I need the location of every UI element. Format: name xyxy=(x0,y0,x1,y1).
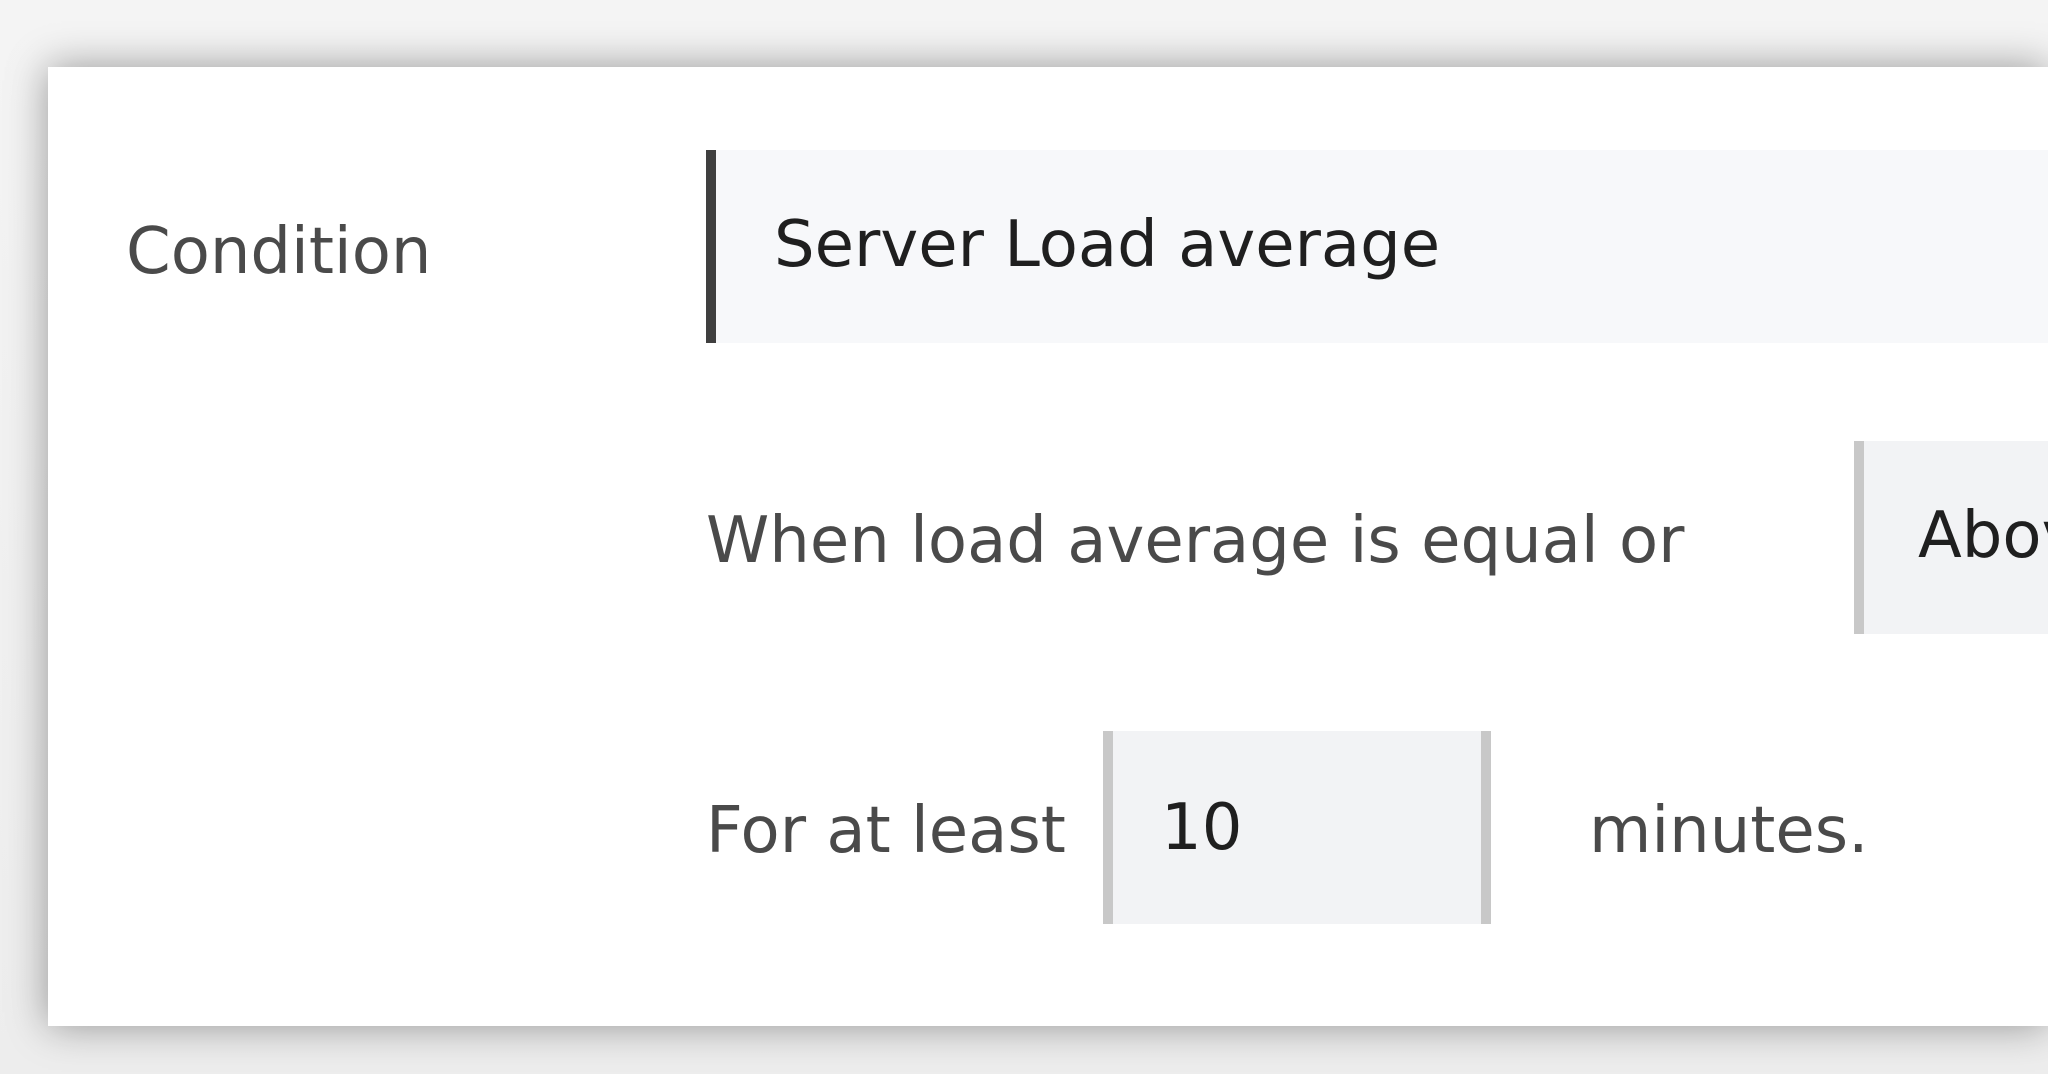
duration-suffix-text: minutes. xyxy=(1589,794,1869,868)
metric-select[interactable]: Server Load average xyxy=(706,150,2048,343)
duration-prefix-text: For at least xyxy=(706,794,1066,868)
comparator-select[interactable]: Abov xyxy=(1854,441,2048,634)
duration-minutes-input[interactable] xyxy=(1103,731,1491,924)
comparison-prefix-text: When load average is equal or xyxy=(706,504,1685,578)
comparator-select-value: Abov xyxy=(1918,499,2048,573)
condition-label: Condition xyxy=(126,215,432,289)
metric-select-value: Server Load average xyxy=(774,208,1441,282)
